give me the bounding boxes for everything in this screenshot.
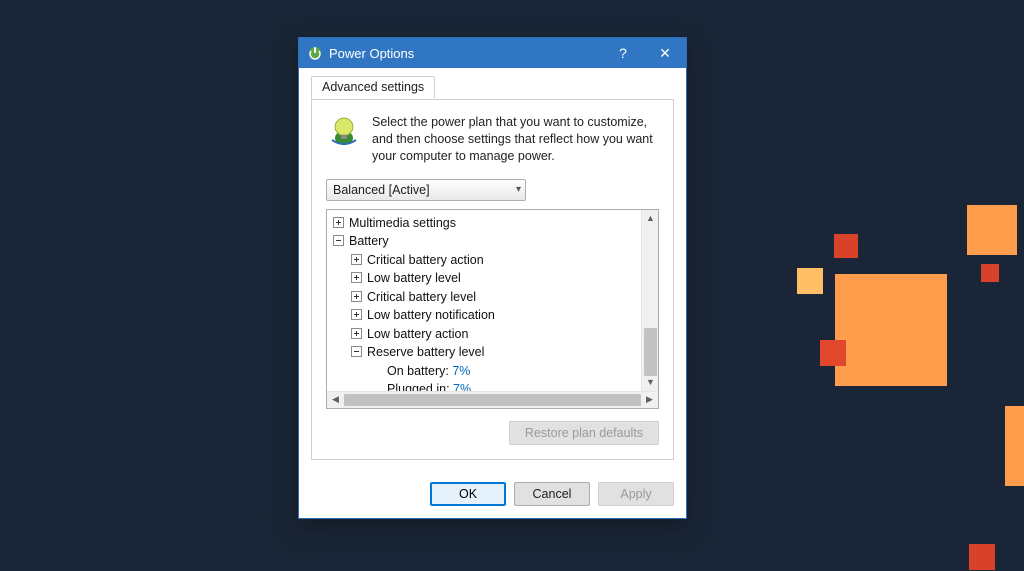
scroll-left-icon[interactable]: ◀ <box>327 394 344 405</box>
ok-button[interactable]: OK <box>430 482 506 506</box>
collapse-icon[interactable] <box>333 235 344 246</box>
tree-label: Critical battery level <box>367 290 476 304</box>
expand-icon[interactable] <box>351 254 362 265</box>
setting-value[interactable]: 7% <box>452 364 470 378</box>
apply-button[interactable]: Apply <box>598 482 674 506</box>
tree-node-multimedia[interactable]: Multimedia settings <box>333 214 641 233</box>
tree-label: Critical battery action <box>367 253 484 267</box>
cancel-button[interactable]: Cancel <box>514 482 590 506</box>
button-label: Apply <box>620 487 651 501</box>
scroll-thumb[interactable] <box>644 328 657 376</box>
deco-square <box>981 264 999 282</box>
expand-icon[interactable] <box>351 328 362 339</box>
tree-label: Low battery notification <box>367 308 495 322</box>
tree-label: Low battery action <box>367 327 468 341</box>
tree-node-low-battery-action[interactable]: Low battery action <box>333 325 641 344</box>
tree-node-low-battery-level[interactable]: Low battery level <box>333 269 641 288</box>
tree-node-battery[interactable]: Battery <box>333 232 641 251</box>
tab-strip: Advanced settings <box>311 76 674 100</box>
deco-square <box>834 234 858 258</box>
tab-label: Advanced settings <box>322 80 424 94</box>
close-button[interactable]: ✕ <box>644 38 686 68</box>
scroll-down-icon[interactable]: ▼ <box>642 374 658 391</box>
scroll-up-icon[interactable]: ▲ <box>642 210 658 227</box>
tree-node-plugged-in[interactable]: Plugged in: 7% <box>333 380 641 391</box>
tree-label: Battery <box>349 234 389 248</box>
setting-label: On battery: <box>387 364 449 378</box>
tree-node-low-battery-notification[interactable]: Low battery notification <box>333 306 641 325</box>
vertical-scrollbar[interactable]: ▲ ▼ <box>641 210 658 391</box>
dialog-body: Advanced settings Select the power plan … <box>299 68 686 472</box>
deco-square <box>835 274 947 386</box>
tree-label: Multimedia settings <box>349 216 456 230</box>
tree-label: Reserve battery level <box>367 345 484 359</box>
help-button[interactable]: ? <box>602 38 644 68</box>
chevron-down-icon: ▾ <box>516 184 521 195</box>
expand-icon[interactable] <box>351 291 362 302</box>
window-title: Power Options <box>329 46 602 61</box>
button-label: Restore plan defaults <box>525 426 643 440</box>
setting-label: Plugged in: <box>387 382 450 391</box>
button-label: Cancel <box>533 487 572 501</box>
expand-icon[interactable] <box>351 309 362 320</box>
tree-node-critical-battery-level[interactable]: Critical battery level <box>333 288 641 307</box>
scroll-right-icon[interactable]: ▶ <box>641 394 658 405</box>
titlebar[interactable]: Power Options ? ✕ <box>299 38 686 68</box>
power-plan-value: Balanced [Active] <box>333 183 430 197</box>
tab-advanced-settings[interactable]: Advanced settings <box>311 76 435 99</box>
deco-square <box>797 268 823 294</box>
deco-square <box>967 205 1017 255</box>
power-options-icon <box>307 45 323 61</box>
collapse-icon[interactable] <box>351 346 362 357</box>
desktop: Power Options ? ✕ Advanced settings <box>0 0 1024 571</box>
power-plan-select[interactable]: Balanced [Active] ▾ <box>326 179 526 201</box>
restore-plan-defaults-button[interactable]: Restore plan defaults <box>509 421 659 445</box>
setting-value[interactable]: 7% <box>453 382 471 391</box>
deco-square <box>820 340 846 366</box>
power-options-dialog: Power Options ? ✕ Advanced settings <box>298 37 687 519</box>
tree-label: Low battery level <box>367 271 461 285</box>
expand-icon[interactable] <box>351 272 362 283</box>
tab-panel: Select the power plan that you want to c… <box>311 100 674 460</box>
expand-icon[interactable] <box>333 217 344 228</box>
horizontal-scrollbar[interactable]: ◀ ▶ <box>327 391 658 408</box>
tree-node-on-battery[interactable]: On battery: 7% <box>333 362 641 381</box>
scroll-thumb[interactable] <box>344 394 641 406</box>
deco-square <box>969 544 995 570</box>
tree-node-reserve-battery-level[interactable]: Reserve battery level <box>333 343 641 362</box>
tree-content[interactable]: Multimedia settings Battery Critical bat… <box>327 210 641 391</box>
settings-tree: Multimedia settings Battery Critical bat… <box>326 209 659 409</box>
button-label: OK <box>459 487 477 501</box>
tree-node-critical-battery-action[interactable]: Critical battery action <box>333 251 641 270</box>
dialog-button-row: OK Cancel Apply <box>299 472 686 518</box>
intro-text: Select the power plan that you want to c… <box>372 114 659 165</box>
power-bulb-icon <box>326 114 362 150</box>
deco-square <box>1005 406 1024 486</box>
